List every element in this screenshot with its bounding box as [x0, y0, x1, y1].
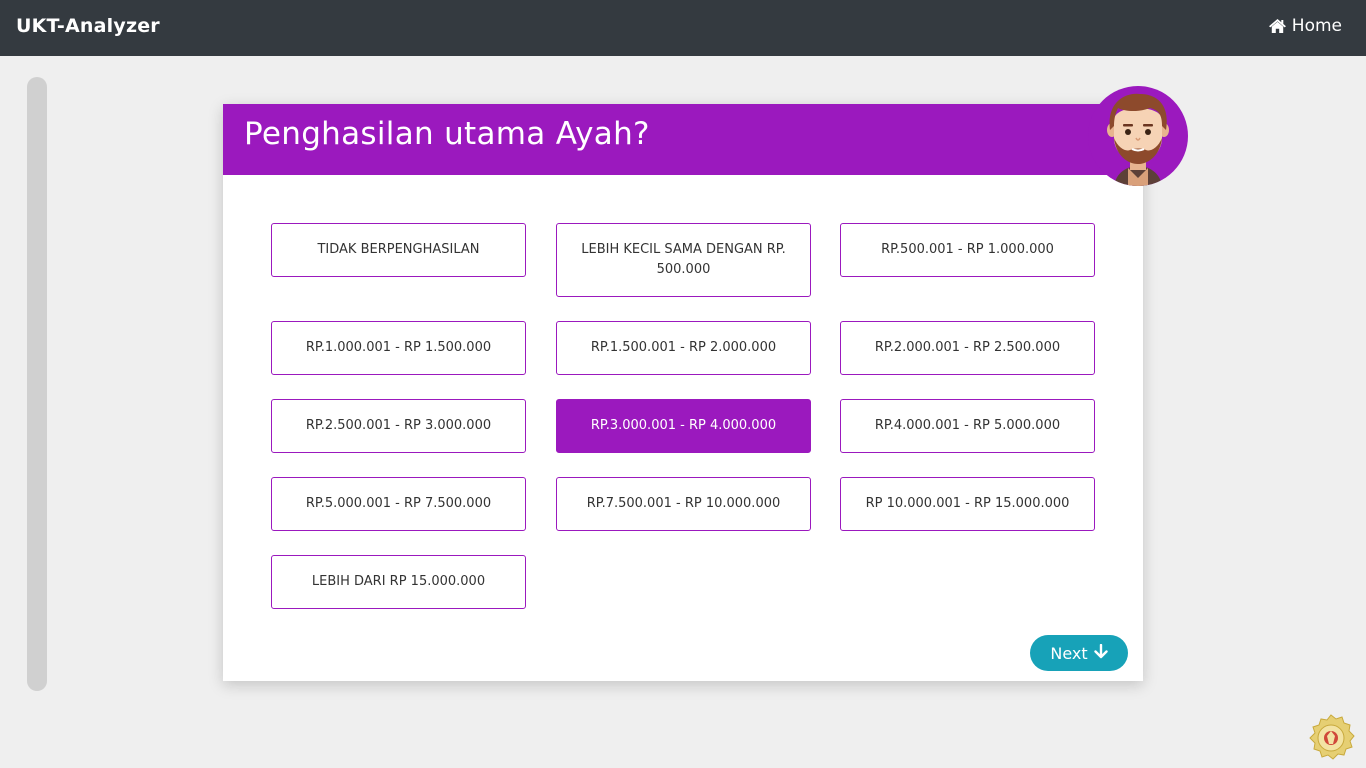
answer-option[interactable]: RP.1.500.001 - RP 2.000.000: [556, 321, 811, 375]
next-button[interactable]: Next: [1030, 635, 1128, 671]
question-title: Penghasilan utama Ayah?: [244, 116, 650, 152]
university-seal-icon: [1306, 713, 1356, 763]
answer-option[interactable]: RP.500.001 - RP 1.000.000: [840, 223, 1095, 277]
answer-option[interactable]: RP.7.500.001 - RP 10.000.000: [556, 477, 811, 531]
navbar: UKT-Analyzer Home: [0, 0, 1366, 56]
brand-logo-text[interactable]: UKT-Analyzer: [16, 15, 160, 37]
answer-option[interactable]: RP.4.000.001 - RP 5.000.000: [840, 399, 1095, 453]
answer-option[interactable]: RP 10.000.001 - RP 15.000.000: [840, 477, 1095, 531]
male-avatar-icon: [1088, 86, 1188, 186]
answer-option[interactable]: RP.5.000.001 - RP 7.500.000: [271, 477, 526, 531]
next-button-label: Next: [1050, 643, 1088, 663]
answer-option[interactable]: LEBIH DARI RP 15.000.000: [271, 555, 526, 609]
answer-option[interactable]: LEBIH KECIL SAMA DENGAN RP. 500.000: [556, 223, 811, 297]
home-label: Home: [1291, 16, 1342, 36]
answer-option[interactable]: RP.2.500.001 - RP 3.000.000: [271, 399, 526, 453]
arrow-down-icon: [1093, 643, 1108, 663]
question-header: Penghasilan utama Ayah?: [223, 104, 1143, 175]
home-link[interactable]: Home: [1268, 16, 1342, 36]
home-icon: [1268, 18, 1287, 34]
answer-option[interactable]: TIDAK BERPENGHASILAN: [271, 223, 526, 277]
answer-option[interactable]: RP.1.000.001 - RP 1.500.000: [271, 321, 526, 375]
answer-option[interactable]: RP.3.000.001 - RP 4.000.000: [556, 399, 811, 453]
progress-bar: [27, 77, 47, 691]
answer-option[interactable]: RP.2.000.001 - RP 2.500.000: [840, 321, 1095, 375]
